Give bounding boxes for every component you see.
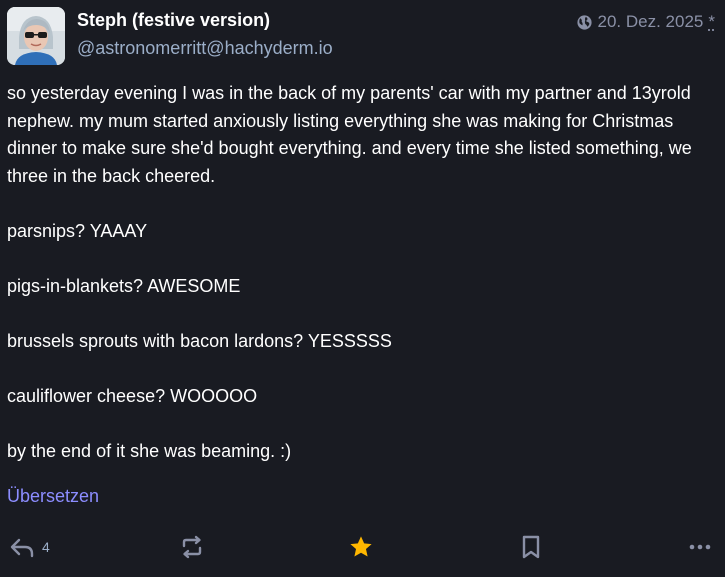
action-bar: 4: [0, 530, 725, 564]
post-paragraph: brussels sprouts with bacon lardons? YES…: [7, 330, 392, 351]
bookmark-button[interactable]: [520, 530, 542, 564]
reply-count: 4: [42, 539, 50, 555]
more-icon: [688, 535, 712, 559]
account-handle[interactable]: @astronomerritt@hachyderm.io: [77, 38, 333, 59]
post-content: so yesterday evening I was in the back o…: [7, 80, 712, 493]
bookmark-icon: [520, 534, 542, 560]
post-paragraph: cauliflower cheese? WOOOOO: [7, 385, 258, 406]
translate-button[interactable]: Übersetzen: [7, 486, 99, 507]
globe-icon: [576, 14, 593, 31]
more-button[interactable]: [688, 530, 712, 564]
reply-icon: [9, 536, 35, 558]
status-post: Steph (festive version) @astronomerritt@…: [0, 0, 725, 577]
post-paragraph: so yesterday evening I was in the back o…: [7, 83, 692, 186]
post-date[interactable]: 20. Dez. 2025: [598, 12, 704, 32]
avatar[interactable]: [7, 7, 65, 65]
reply-button[interactable]: 4: [9, 530, 50, 564]
boost-button[interactable]: [179, 530, 205, 564]
post-paragraph: pigs-in-blankets? AWESOME: [7, 275, 241, 296]
post-meta: 20. Dez. 2025 *: [576, 12, 715, 32]
edited-marker[interactable]: *: [708, 12, 715, 32]
star-icon: [348, 534, 374, 560]
boost-icon: [179, 534, 205, 560]
favourite-button[interactable]: [348, 530, 374, 564]
post-paragraph: by the end of it she was beaming. :): [7, 440, 292, 461]
display-name[interactable]: Steph (festive version): [77, 10, 270, 31]
post-paragraph: parsnips? YAAAY: [7, 220, 148, 241]
